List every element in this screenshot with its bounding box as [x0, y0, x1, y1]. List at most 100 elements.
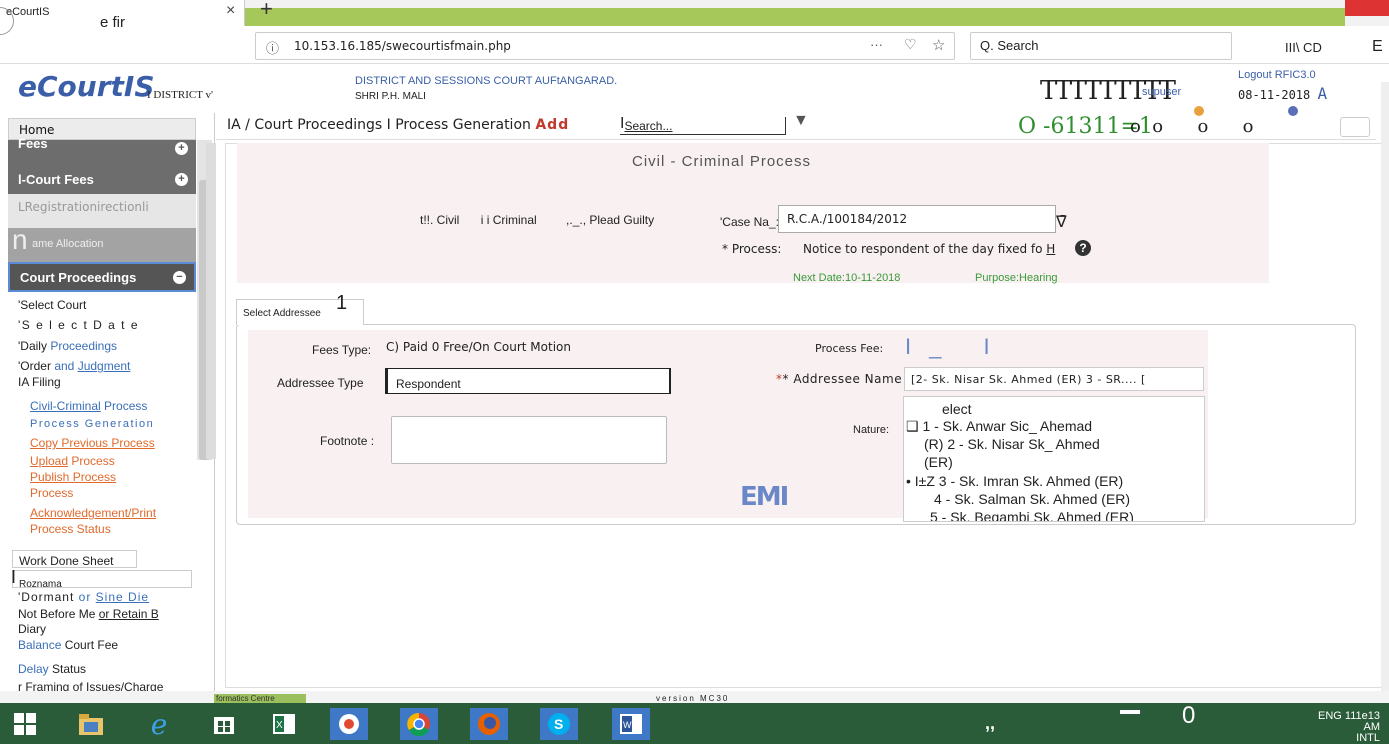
sidebar-item-court-proceedings[interactable]: Court Proceedings − [8, 262, 196, 292]
breadcrumb-add[interactable]: Add [535, 117, 569, 133]
or-label: or [78, 590, 92, 604]
radio-civil[interactable]: t!!. Civil [420, 213, 459, 227]
nature-option[interactable]: ❑ 1 - Sk. Anwar Sic_ Ahemad [906, 418, 1092, 435]
menu-icon[interactable]: E [1372, 38, 1383, 56]
footnote-textarea[interactable] [391, 416, 667, 464]
breadcrumb-path[interactable]: IA / Court Proceedings I Process Generat… [227, 117, 531, 133]
addressee-name-select[interactable]: [2- Sk. Nisar Sk. Ahmed (ER) 3 - SR.... … [904, 367, 1204, 391]
sidebar-item-work-done[interactable]: Work Done Sheet [12, 550, 137, 568]
expand-icon[interactable]: + [175, 142, 188, 155]
skype-icon[interactable]: S [540, 708, 578, 740]
sine-die-label: Sine Die [95, 590, 150, 604]
nature-option[interactable]: elect [942, 401, 972, 417]
sidebar-link-dormant[interactable]: 'Dormant or Sine Die [18, 590, 149, 604]
sidebar-item-registration[interactable]: LRegistrationirectionli [8, 194, 196, 228]
addressee-name-label-text: * Addressee Name : [782, 372, 911, 386]
sidebar-link-daily-proceedings[interactable]: 'Daily Proceedings [18, 339, 117, 353]
page-actions-icon[interactable]: ··· [870, 37, 883, 52]
footnote-label: Footnote : [320, 434, 375, 448]
file-explorer-icon[interactable] [72, 708, 110, 740]
sidebar-item-allocation[interactable]: n ame Allocation [8, 224, 196, 262]
sidebar-sub-process-generation[interactable]: Process Generation [30, 418, 154, 430]
info-icon[interactable]: ⓘ [266, 38, 279, 57]
filter-icon[interactable]: ▼ [793, 112, 809, 130]
word-icon[interactable]: W [612, 708, 650, 740]
sidebar-item-label: l-Court Fees [18, 172, 94, 187]
sidebar-link-ia-filing[interactable]: IA Filing [18, 375, 61, 389]
toolbar-button[interactable] [1340, 117, 1370, 137]
nature-multiselect[interactable]: elect ❑ 1 - Sk. Anwar Sic_ Ahemad (R) 2 … [903, 396, 1205, 522]
excel-icon[interactable]: X [265, 708, 303, 740]
civil-criminal-process: Process [104, 399, 148, 413]
main-scrollbar[interactable] [206, 143, 216, 459]
browser-search-placeholder[interactable]: Q. Search [980, 38, 1039, 53]
sidebar-item-label: Roznama [19, 579, 62, 590]
bookmark-star-icon[interactable]: ☆ [932, 36, 945, 54]
addressee-type-select[interactable]: Respondent [385, 368, 671, 394]
nature-option[interactable]: 4 - Sk. Salman Sk. Ahmed (ER) [934, 491, 1130, 507]
sidebar-link-not-before[interactable]: Not Before Me or Retain B [18, 607, 159, 621]
sidebar-link-select-date[interactable]: 'S e l e c t D a t e [18, 318, 139, 332]
orange-dot-icon [1194, 106, 1204, 116]
sidebar-sub-publish-process[interactable]: Publish Process [30, 470, 116, 484]
sidebar-link-delay-status[interactable]: Delay Status [18, 662, 86, 676]
case-type-radios: t!!. Civil i i Criminal ,._., Plead Guil… [420, 213, 654, 227]
clock-line-1: ENG 111e13 AM [1318, 710, 1380, 733]
new-tab-icon[interactable]: + [260, 0, 273, 22]
sidebar-item-roznama[interactable]: I Roznama [11, 567, 192, 590]
sidebar-sub-acknowledgement[interactable]: Acknowledgement/Print [30, 506, 156, 520]
nature-option[interactable]: (ER) [924, 454, 953, 470]
purpose: Purpose:Hearing [975, 272, 1058, 284]
sidebar-link-diary[interactable]: Diary [18, 622, 46, 636]
allocation-initial: n [12, 224, 28, 255]
delay-label: Delay [18, 662, 49, 676]
not-before-label: Not Before Me [18, 607, 96, 621]
sidebar-link-order-judgment[interactable]: 'Order and Judgment [18, 359, 130, 373]
sidebar-link-proceedings: Proceedings [50, 339, 118, 353]
expand-icon[interactable]: + [175, 173, 188, 186]
sidebar-item-court-fees[interactable]: l-Court Fees + [8, 166, 196, 194]
find-text: e fir [100, 14, 126, 31]
taskbar-clock[interactable]: ENG 111e13 AM INTL 11/3/2013 [1310, 711, 1380, 744]
chrome-icon[interactable] [400, 708, 438, 740]
tray-bar-icon[interactable] [1120, 710, 1140, 714]
sidebar-link-select-court[interactable]: 'Select Court [18, 298, 86, 312]
sidebar-link-and: and [54, 359, 75, 373]
fees-type-options[interactable]: C) Paid 0 Free/On Court Motion [386, 340, 571, 354]
sidebar-sub-upload-process[interactable]: Upload Process [30, 454, 115, 468]
app-icon[interactable] [330, 708, 368, 740]
case-no-input[interactable]: R.C.A./100184/2012 [778, 205, 1056, 233]
nature-option[interactable]: • I±Z 3 - Sk. Imran Sk. Ahmed (ER) [906, 473, 1123, 489]
sidebar-sub-copy-previous[interactable]: Copy Previous Process [30, 436, 155, 450]
page-scrollbar[interactable] [1381, 82, 1389, 692]
firefox-icon[interactable] [470, 708, 508, 740]
menu-search-input[interactable]: ISearch... [620, 115, 786, 135]
windows-start-icon[interactable] [6, 708, 44, 740]
collapse-icon[interactable]: − [173, 271, 186, 284]
logout-link[interactable]: Logout RFIC3.0 [1238, 69, 1316, 81]
sidebar-link-daily: 'Daily [18, 339, 47, 353]
svg-text:S: S [554, 716, 563, 732]
url-text[interactable]: 10.153.16.185/swecourtisfmain.php [294, 39, 511, 53]
case-dropdown-icon[interactable]: ∇̄ [1056, 212, 1067, 232]
sidebar-item-fees[interactable]: Fees + [8, 136, 196, 166]
pocket-icon[interactable]: ♡ [904, 36, 917, 53]
nature-option[interactable]: (R) 2 - Sk. Nisar Sk_ Ahmed [924, 436, 1100, 452]
nature-option[interactable]: 5 - Sk. Begambi Sk. Ahmed (ER) [930, 509, 1134, 521]
tab-close-icon[interactable]: × [226, 2, 235, 20]
process-select[interactable]: Notice to respondent of the day fixed fo… [803, 242, 1055, 256]
internet-explorer-icon[interactable]: e [140, 708, 178, 741]
sidebar-sub-process-status[interactable]: Process Status [30, 522, 111, 536]
sidebar-sub-civil-criminal[interactable]: Civil-Criminal Process [30, 399, 147, 413]
library-icon[interactable]: III\ CD [1285, 40, 1322, 55]
help-icon[interactable]: ? [1075, 240, 1091, 256]
sidebar-link-balance-court-fee[interactable]: Balance Court Fee [18, 638, 118, 652]
process-fee-input[interactable]: I_ I [905, 334, 1008, 360]
radio-criminal[interactable]: i i Criminal [481, 213, 537, 227]
window-close-area[interactable] [1345, 0, 1389, 16]
user-name[interactable]: supuser [1142, 86, 1181, 98]
sidebar-sub-process[interactable]: Process [30, 486, 73, 500]
store-icon[interactable] [205, 708, 243, 740]
radio-plead-guilty[interactable]: ,._., Plead Guilty [566, 213, 654, 227]
tab-strip [245, 8, 1345, 26]
